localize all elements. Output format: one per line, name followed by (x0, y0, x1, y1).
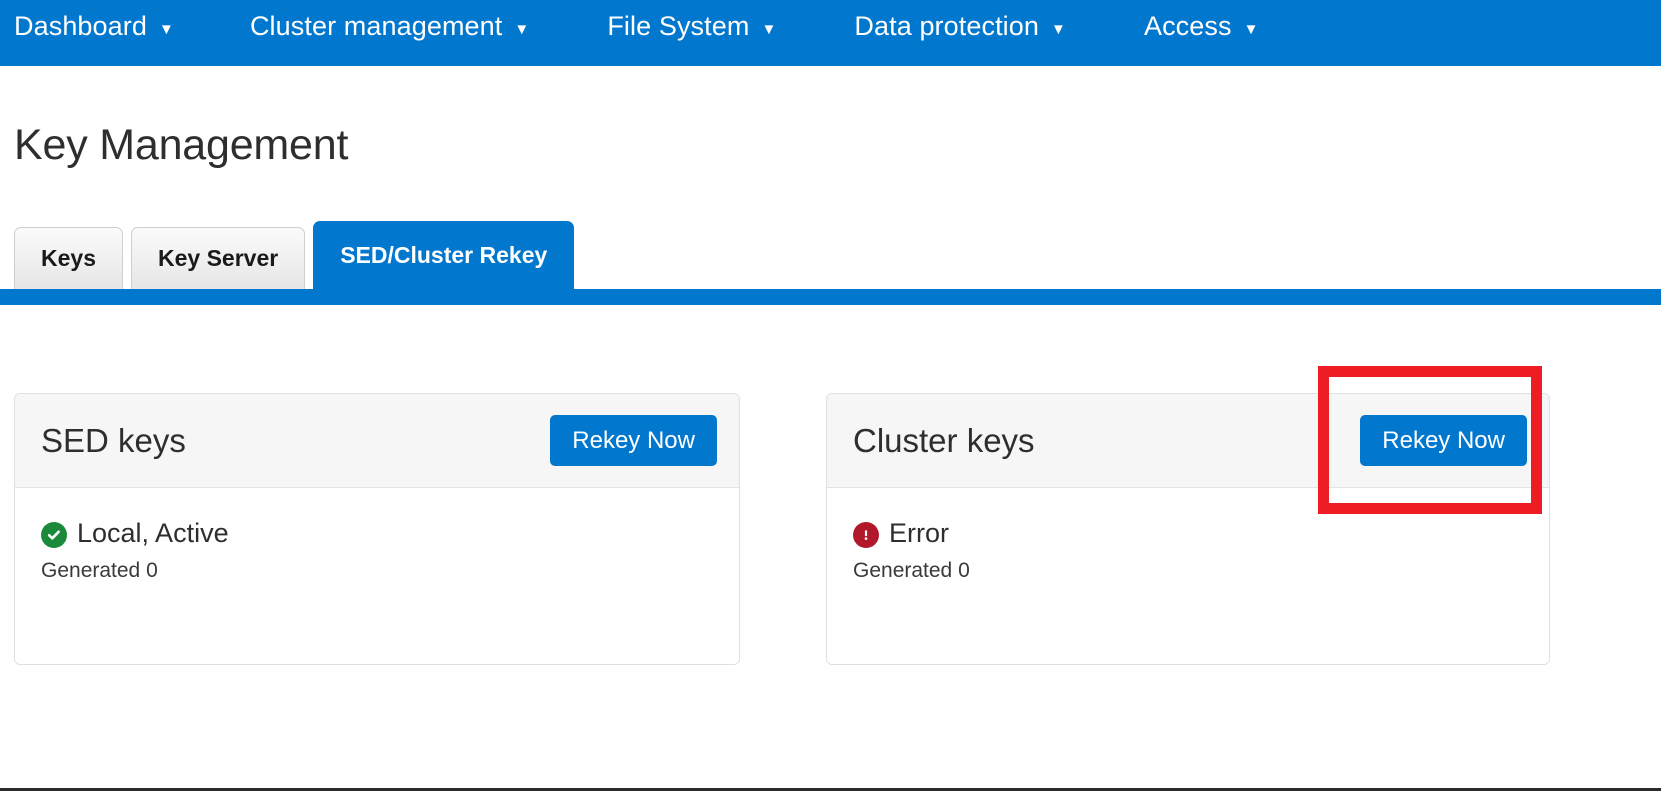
card-sed-keys-body: Local, Active Generated 0 (15, 488, 739, 581)
tab-label: SED/Cluster Rekey (340, 242, 548, 268)
nav-item-label: Cluster management (249, 10, 503, 41)
check-circle-icon (41, 521, 67, 548)
cluster-keys-status: Error (853, 518, 1523, 548)
tab-active-underline (0, 289, 1661, 305)
sed-keys-status-label: Local, Active (77, 518, 229, 548)
exclamation-circle-icon (853, 521, 879, 548)
tab-bar: Keys Key Server SED/Cluster Rekey (14, 221, 575, 289)
cluster-keys-generated-label: Generated 0 (853, 559, 970, 582)
nav-item-dashboard[interactable]: Dashboard ▼ (14, 0, 174, 50)
nav-item-data-protection[interactable]: Data protection ▼ (854, 0, 1066, 50)
sed-keys-generated-label: Generated 0 (41, 559, 158, 582)
sed-keys-rekey-now-button[interactable]: Rekey Now (550, 414, 717, 467)
sed-keys-status: Local, Active (41, 518, 713, 548)
chevron-down-icon: ▼ (761, 20, 777, 38)
tab-label: Keys (41, 245, 96, 271)
card-title: SED keys (41, 421, 186, 459)
nav-item-label: Access (1143, 10, 1232, 41)
nav-item-label: Dashboard (14, 10, 147, 41)
card-cluster-keys: Cluster keys Rekey Now Error Generated 0 (826, 393, 1550, 665)
tab-sed-cluster-rekey[interactable]: SED/Cluster Rekey (313, 221, 575, 289)
card-sed-keys-header: SED keys Rekey Now (15, 394, 739, 488)
card-cluster-keys-header: Cluster keys Rekey Now (827, 394, 1549, 488)
tab-key-server[interactable]: Key Server (130, 227, 306, 289)
nav-item-cluster-management[interactable]: Cluster management ▼ (250, 0, 529, 50)
chevron-down-icon: ▼ (1243, 20, 1259, 38)
tab-label: Key Server (157, 245, 279, 271)
chevron-down-icon: ▼ (514, 20, 530, 38)
card-title: Cluster keys (853, 421, 1035, 459)
chevron-down-icon: ▼ (1051, 20, 1066, 38)
nav-item-access[interactable]: Access ▼ (1144, 0, 1259, 50)
chevron-down-icon: ▼ (159, 20, 174, 38)
nav-item-label: Data protection (854, 10, 1040, 41)
card-sed-keys: SED keys Rekey Now Local, Active Generat… (14, 393, 740, 665)
main-navigation-bar: Dashboard ▼ Cluster management ▼ File Sy… (0, 0, 1661, 66)
cluster-keys-status-label: Error (889, 518, 949, 548)
page-content: Key Management Keys Key Server SED/Clust… (0, 66, 1661, 791)
page-title: Key Management (14, 121, 349, 169)
nav-item-label: File System (607, 10, 750, 41)
card-cluster-keys-body: Error Generated 0 (827, 488, 1549, 581)
tab-keys[interactable]: Keys (14, 227, 123, 289)
cluster-keys-rekey-now-button[interactable]: Rekey Now (1360, 414, 1527, 467)
nav-item-file-system[interactable]: File System ▼ (607, 0, 776, 50)
